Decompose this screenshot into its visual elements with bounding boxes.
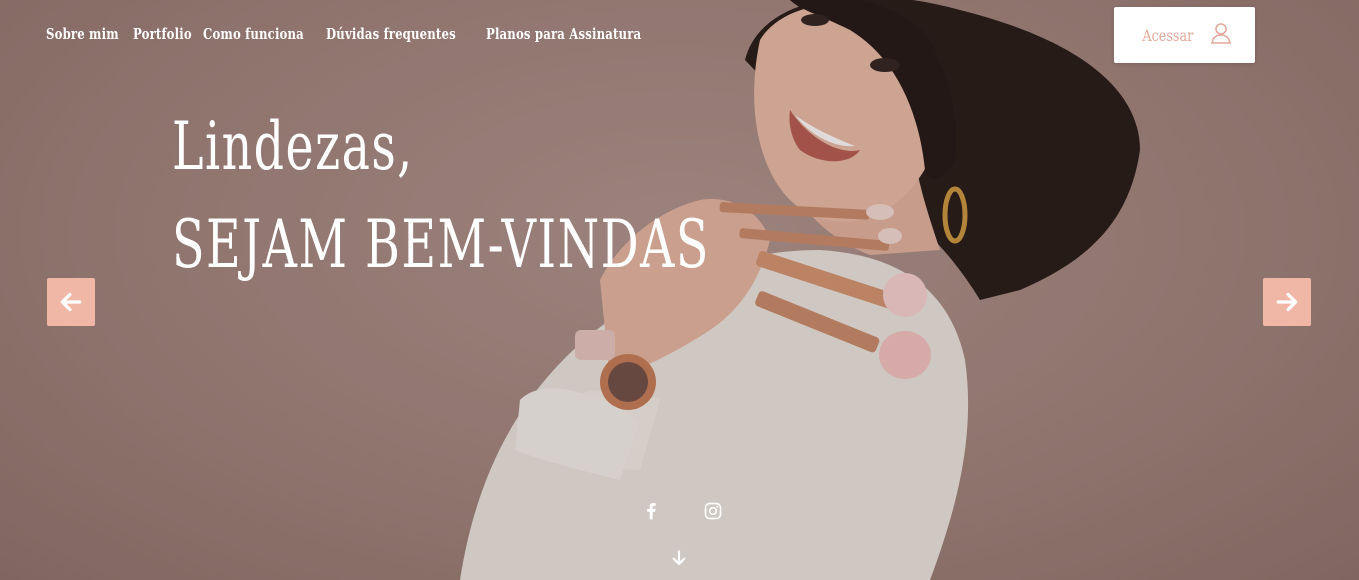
social-links — [638, 498, 726, 524]
nav-link-duvidas-frequentes[interactable]: Dúvidas frequentes — [326, 25, 456, 49]
carousel-prev-button[interactable] — [47, 278, 95, 326]
nav-link-como-funciona[interactable]: Como funciona — [203, 25, 304, 49]
hero-banner: Sobre mim Portfolio Como funciona Dúvida… — [0, 0, 1359, 580]
facebook-icon[interactable] — [638, 498, 664, 524]
nav-link-portfolio[interactable]: Portfolio — [133, 25, 192, 49]
nav-link-sobre-mim[interactable]: Sobre mim — [46, 25, 119, 49]
carousel-next-button[interactable] — [1263, 278, 1311, 326]
nav-link-planos-assinatura[interactable]: Planos para Assinatura — [486, 25, 641, 49]
login-label: Acessar — [1142, 25, 1193, 45]
hero-headline-line2: sejam bem-vindas — [172, 206, 710, 283]
main-nav: Sobre mim Portfolio Como funciona Dúvida… — [46, 25, 656, 49]
hero-headline: Lindezas, sejam bem-vindas — [172, 98, 919, 294]
arrow-right-icon — [1276, 292, 1298, 312]
scroll-down-button[interactable] — [667, 546, 691, 570]
instagram-icon[interactable] — [700, 498, 726, 524]
arrow-down-icon — [672, 550, 686, 566]
login-button[interactable]: Acessar — [1114, 7, 1255, 63]
user-icon — [1209, 21, 1233, 49]
hero-headline-line1: Lindezas, — [172, 108, 414, 185]
arrow-left-icon — [60, 292, 82, 312]
